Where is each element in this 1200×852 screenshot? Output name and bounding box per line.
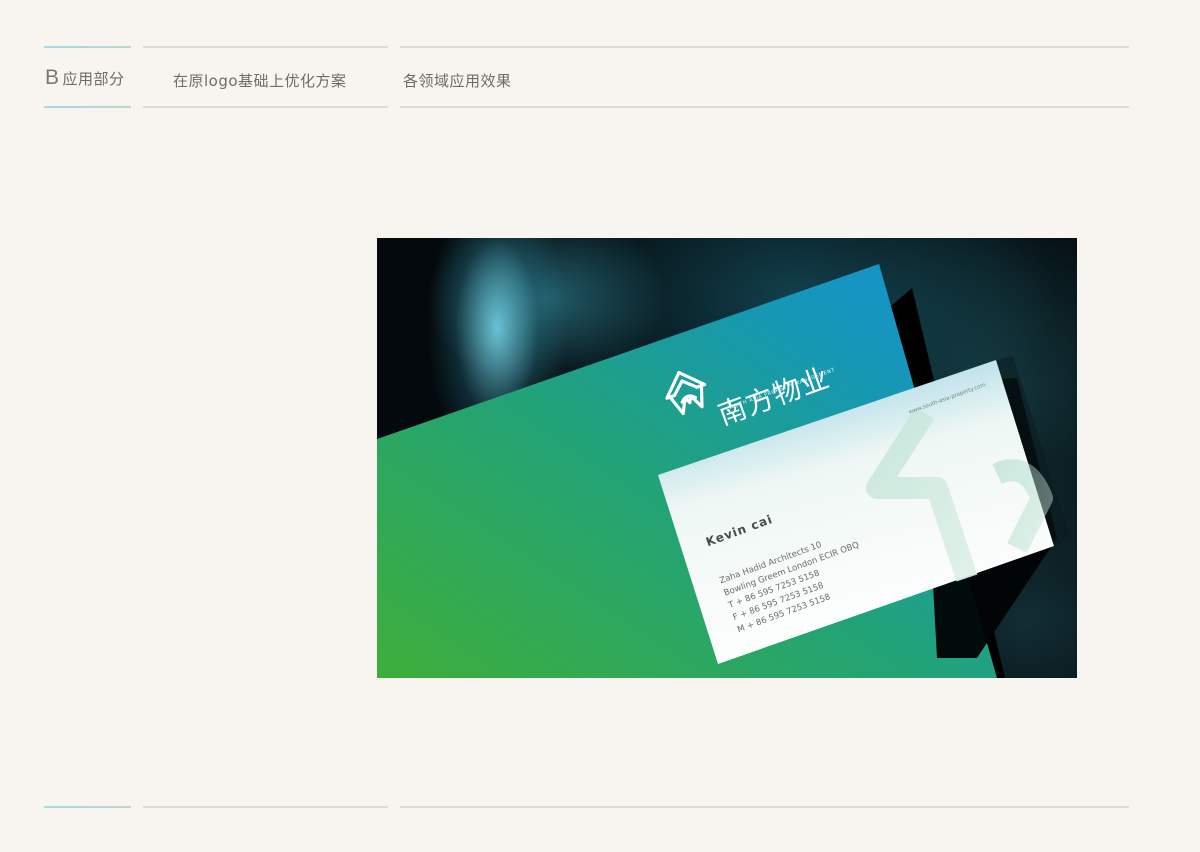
header-top-rule-accent [44, 46, 131, 48]
header-top-rule-middle [143, 46, 388, 48]
mockup-artwork [377, 264, 1071, 678]
header-subtitle: 在原logo基础上优化方案 [173, 72, 347, 90]
footer-rule-right [400, 806, 1129, 808]
section-title: B 应用部分 [45, 66, 125, 90]
section-title-text: 应用部分 [62, 70, 125, 88]
footer-rule-accent [44, 806, 131, 808]
header-bottom-rule-accent [44, 106, 131, 108]
section-letter: B [45, 66, 60, 89]
header-top-rule-right [400, 46, 1129, 48]
header-bottom-rule-right [400, 106, 1129, 108]
header-caption: 各领域应用效果 [403, 72, 512, 90]
header-bottom-rule-middle [143, 106, 388, 108]
business-card-mockup: 南方物业 SOUTH ASIA PROPERTY MANAGEMENT www.… [377, 238, 1077, 678]
footer-rule-middle [143, 806, 388, 808]
